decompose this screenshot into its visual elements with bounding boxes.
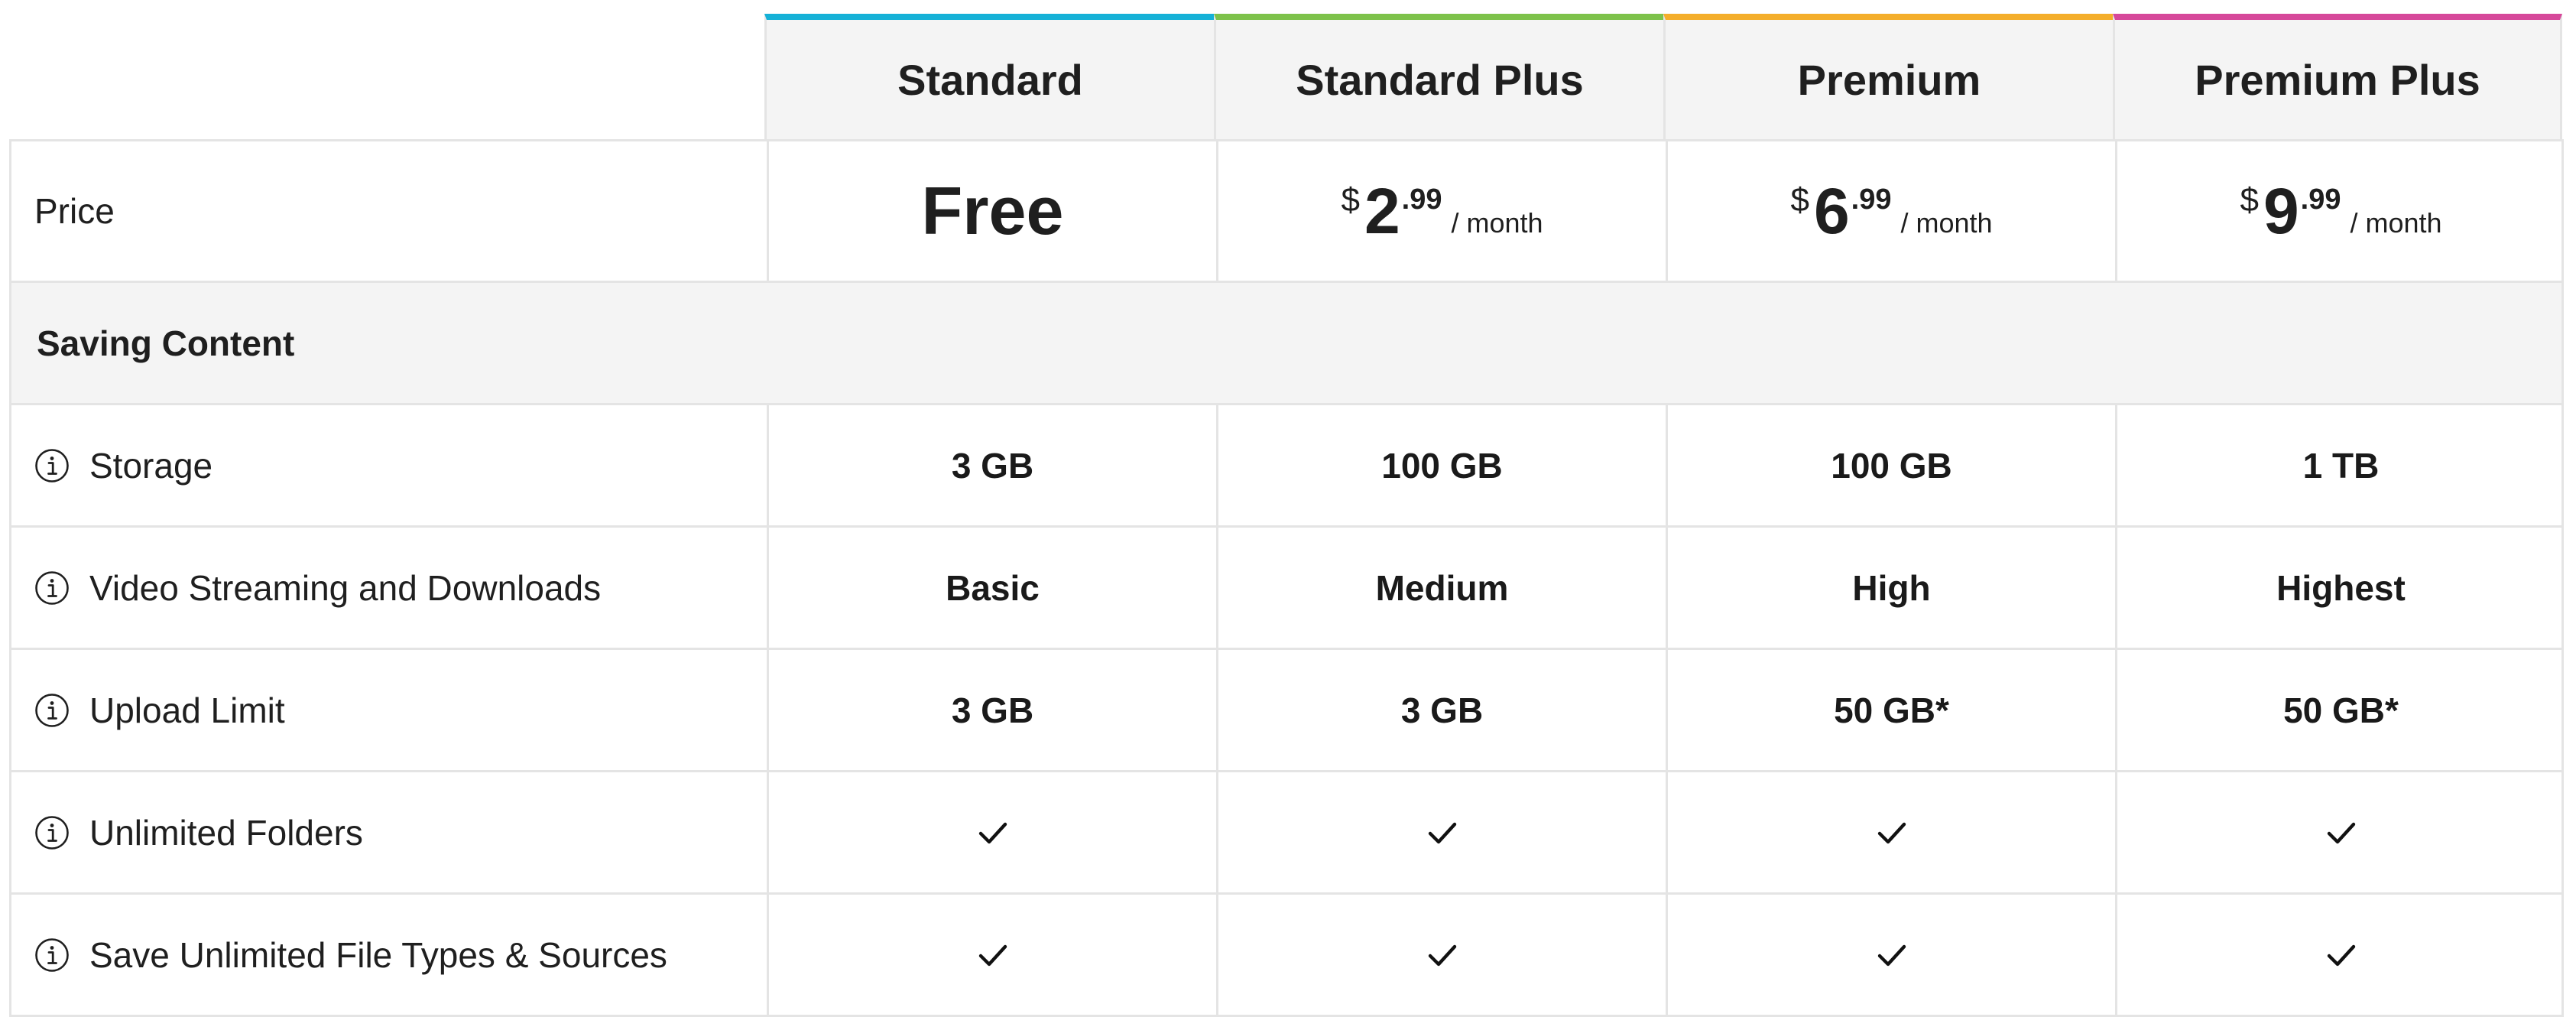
price-cell-standard-plus: $ 2 .99 / month xyxy=(1216,141,1666,281)
price-currency: $ xyxy=(2240,181,2259,219)
price-cents: .99 xyxy=(2300,184,2341,216)
info-circle-icon[interactable] xyxy=(34,937,70,973)
header-spacer xyxy=(9,14,764,139)
feature-value-premium-plus xyxy=(2115,895,2565,1015)
feature-label-cell: Upload Limit xyxy=(11,650,767,770)
feature-label-cell: Storage xyxy=(11,405,767,525)
feature-value: 50 GB* xyxy=(2283,690,2399,730)
price-period: / month xyxy=(1451,207,1543,239)
feature-value: 50 GB* xyxy=(1834,690,1949,730)
info-circle-icon[interactable] xyxy=(34,815,70,850)
info-circle-icon[interactable] xyxy=(34,448,70,483)
feature-value: 100 GB xyxy=(1381,445,1503,486)
feature-value-standard-plus xyxy=(1216,772,1666,892)
checkmark-icon xyxy=(976,938,1010,972)
feature-label: Unlimited Folders xyxy=(89,812,363,853)
feature-label: Video Streaming and Downloads xyxy=(89,567,602,608)
price: $ 6 .99 / month xyxy=(1790,179,1992,243)
plan-name: Standard xyxy=(897,55,1083,104)
feature-value-standard: 3 GB xyxy=(767,650,1216,770)
plan-header-standard: Standard xyxy=(764,14,1214,139)
plan-name: Premium Plus xyxy=(2195,55,2480,104)
feature-value: Basic xyxy=(946,567,1040,608)
feature-value: 3 GB xyxy=(951,690,1034,730)
price: $ 2 .99 / month xyxy=(1341,179,1543,243)
feature-value: 3 GB xyxy=(951,445,1034,486)
price-currency: $ xyxy=(1341,181,1360,219)
info-circle-icon[interactable] xyxy=(34,570,70,606)
feature-value-premium-plus: Highest xyxy=(2115,528,2565,648)
feature-row-storage: Storage 3 GB 100 GB 100 GB 1 TB xyxy=(9,405,2564,528)
price-cell-premium-plus: $ 9 .99 / month xyxy=(2115,141,2565,281)
feature-label-cell: Unlimited Folders xyxy=(11,772,767,892)
feature-value-premium: High xyxy=(1666,528,2115,648)
plan-header-premium-plus: Premium Plus xyxy=(2113,14,2562,139)
feature-value: 100 GB xyxy=(1831,445,1952,486)
plan-header-row: Standard Standard Plus Premium Premium P… xyxy=(9,14,2564,139)
feature-value-premium-plus xyxy=(2115,772,2565,892)
feature-value-standard-plus: 3 GB xyxy=(1216,650,1666,770)
feature-value-standard xyxy=(767,772,1216,892)
feature-label-cell: Video Streaming and Downloads xyxy=(11,528,767,648)
section-title: Saving Content xyxy=(37,323,295,363)
checkmark-icon xyxy=(976,816,1010,850)
price-cents: .99 xyxy=(1401,184,1442,216)
feature-value-premium: 100 GB xyxy=(1666,405,2115,525)
feature-value-standard-plus xyxy=(1216,895,1666,1015)
price-cell-standard: Free xyxy=(767,141,1216,281)
feature-row-video-streaming: Video Streaming and Downloads Basic Medium… xyxy=(9,528,2564,650)
feature-value: 1 TB xyxy=(2302,445,2380,486)
plan-comparison-table: Standard Standard Plus Premium Premium P… xyxy=(0,0,2576,1017)
checkmark-icon xyxy=(1875,816,1909,850)
feature-value: 3 GB xyxy=(1400,690,1484,730)
feature-value-standard xyxy=(767,895,1216,1015)
feature-value-premium xyxy=(1666,772,2115,892)
price-row: Price Free $ 2 .99 / month $ 6 .99 / mon… xyxy=(9,139,2564,283)
price-whole: 2 xyxy=(1364,175,1400,247)
feature-row-unlimited-file-types: Save Unlimited File Types & Sources xyxy=(9,895,2564,1017)
checkmark-icon xyxy=(2325,816,2358,850)
feature-label: Upload Limit xyxy=(89,690,285,730)
price: $ 9 .99 / month xyxy=(2240,179,2441,243)
feature-row-unlimited-folders: Unlimited Folders xyxy=(9,772,2564,895)
feature-value-standard-plus: 100 GB xyxy=(1216,405,1666,525)
checkmark-icon xyxy=(1426,938,1459,972)
feature-value-standard-plus: Medium xyxy=(1216,528,1666,648)
plan-name: Standard Plus xyxy=(1296,55,1584,104)
feature-value: Highest xyxy=(2276,567,2406,608)
price-free: Free xyxy=(921,173,1064,249)
price-currency: $ xyxy=(1790,181,1809,219)
price-period: / month xyxy=(1900,207,1993,239)
plan-header-premium: Premium xyxy=(1663,14,2113,139)
feature-value-premium-plus: 1 TB xyxy=(2115,405,2565,525)
section-header-saving-content: Saving Content xyxy=(9,283,2564,405)
feature-value: High xyxy=(1852,567,1931,608)
price-whole: 9 xyxy=(2263,175,2299,247)
feature-value-standard: 3 GB xyxy=(767,405,1216,525)
price-period: / month xyxy=(2350,207,2442,239)
price-whole: 6 xyxy=(1813,175,1850,247)
feature-label: Save Unlimited File Types & Sources xyxy=(89,934,667,975)
plan-name: Premium xyxy=(1797,55,1981,104)
feature-value-premium: 50 GB* xyxy=(1666,650,2115,770)
feature-row-upload-limit: Upload Limit 3 GB 3 GB 50 GB* 50 GB* xyxy=(9,650,2564,772)
feature-value-premium-plus: 50 GB* xyxy=(2115,650,2565,770)
checkmark-icon xyxy=(1875,938,1909,972)
feature-label: Storage xyxy=(89,445,213,486)
feature-label-cell: Save Unlimited File Types & Sources xyxy=(11,895,767,1015)
feature-value-premium xyxy=(1666,895,2115,1015)
checkmark-icon xyxy=(2325,938,2358,972)
info-circle-icon[interactable] xyxy=(34,693,70,728)
checkmark-icon xyxy=(1426,816,1459,850)
price-cell-premium: $ 6 .99 / month xyxy=(1666,141,2115,281)
feature-value-standard: Basic xyxy=(767,528,1216,648)
plan-header-standard-plus: Standard Plus xyxy=(1214,14,1663,139)
price-cents: .99 xyxy=(1851,184,1892,216)
price-label: Price xyxy=(34,191,115,231)
feature-value: Medium xyxy=(1375,567,1509,608)
